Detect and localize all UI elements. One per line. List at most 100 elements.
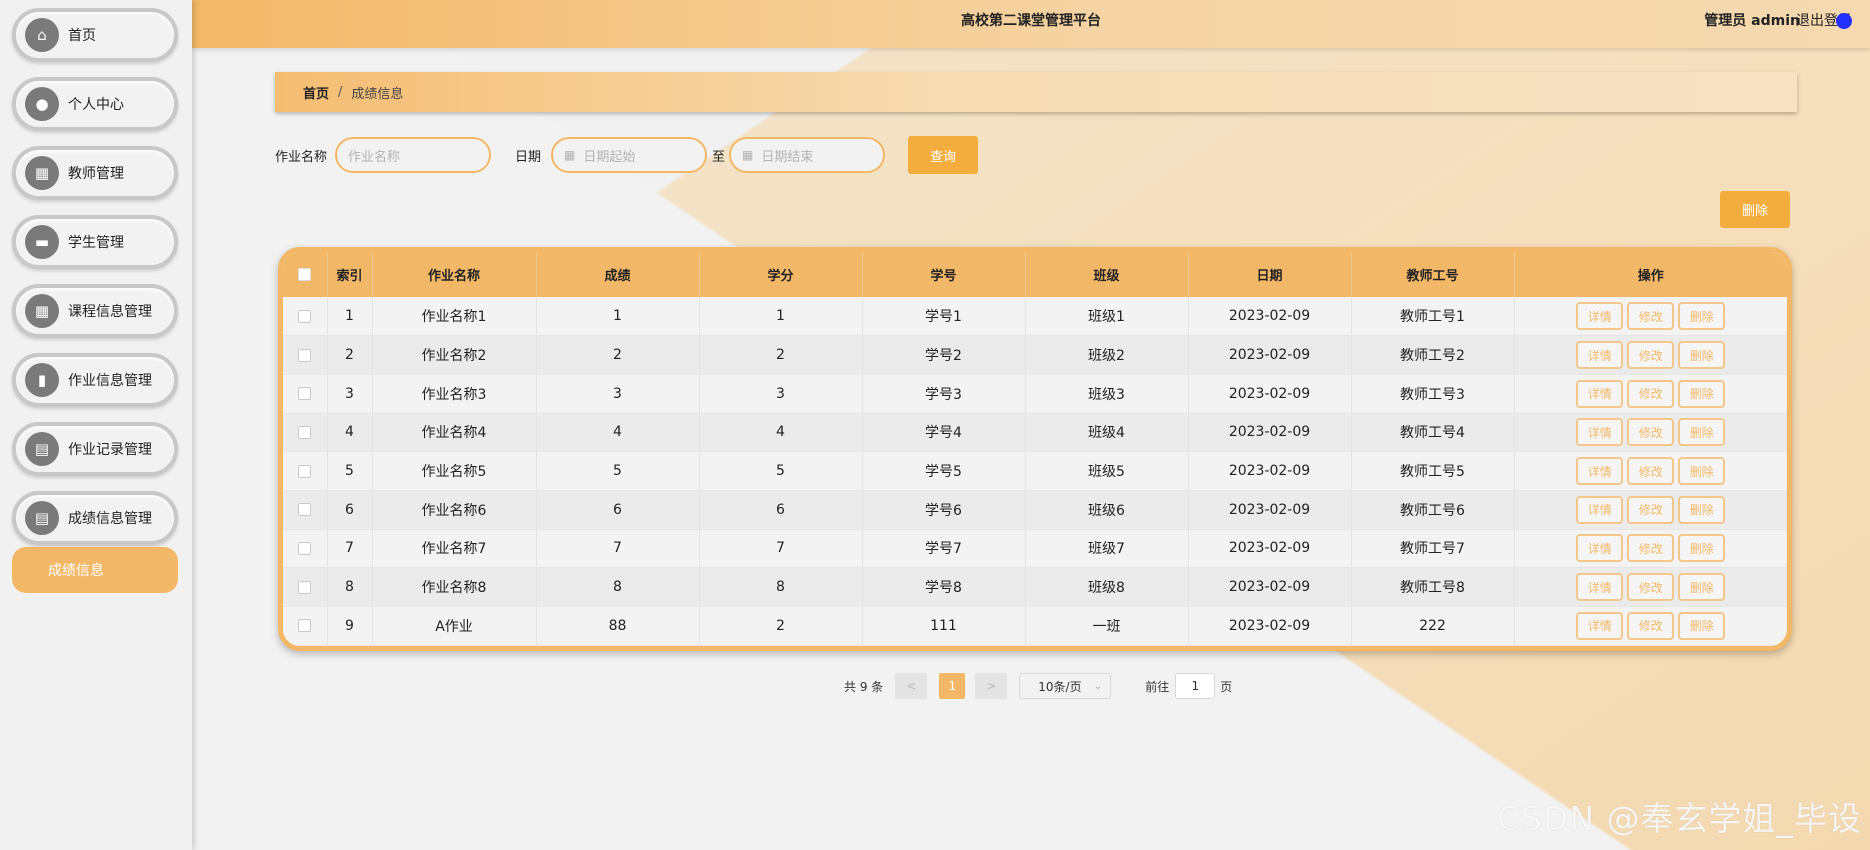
row-checkbox[interactable] (283, 606, 328, 646)
sidebar-item-students[interactable]: ▬ 学生管理 (12, 215, 178, 269)
table-cell: 4 (699, 413, 863, 453)
row-actions: 详情 修改 删除 (1514, 413, 1787, 453)
page-size-select[interactable]: 10条/页 ⌄ (1019, 673, 1112, 699)
pagination-next-button[interactable]: > (975, 673, 1008, 699)
table-row: 9 A作业 88 2 111 一班 2023-02-09 222 详情 修改 删除 (283, 606, 1787, 646)
breadcrumb-separator: / (338, 84, 343, 100)
calendar-icon: ▦ (742, 148, 754, 162)
table-cell: 班级4 (1025, 413, 1189, 453)
delete-button[interactable]: 删除 (1678, 418, 1726, 447)
table-cell: 8 (699, 567, 863, 607)
row-checkbox[interactable] (283, 567, 328, 607)
delete-button[interactable]: 删除 (1678, 534, 1726, 563)
table-cell: 1 (327, 297, 373, 337)
table-cell: 班级6 (1025, 490, 1189, 530)
column-header: 日期 (1188, 252, 1352, 297)
detail-button[interactable]: 详情 (1576, 379, 1624, 408)
detail-button[interactable]: 详情 (1576, 495, 1624, 524)
breadcrumb-home[interactable]: 首页 (303, 83, 329, 102)
batch-delete-button[interactable]: 删除 (1720, 191, 1790, 228)
sidebar-item-homework-records[interactable]: ▤ 作业记录管理 (12, 422, 178, 476)
delete-button[interactable]: 删除 (1678, 341, 1726, 370)
detail-button[interactable]: 详情 (1576, 418, 1624, 447)
delete-button[interactable]: 删除 (1678, 573, 1726, 602)
edit-button[interactable]: 修改 (1627, 379, 1675, 408)
table-row: 4 作业名称4 4 4 学号4 班级4 2023-02-09 教师工号4 详情 修改 删除 (283, 413, 1787, 453)
row-checkbox[interactable] (283, 297, 328, 337)
table-cell: 作业名称3 (372, 374, 537, 414)
sidebar-item-profile[interactable]: ● 个人中心 (12, 77, 178, 131)
table-cell: 学号3 (862, 374, 1026, 414)
table-cell: 2 (699, 335, 863, 375)
date-start-placeholder: 日期起始 (583, 149, 636, 165)
table-cell: 5 (327, 451, 373, 491)
table-cell: 班级1 (1025, 297, 1189, 337)
delete-button[interactable]: 删除 (1678, 379, 1726, 408)
row-checkbox[interactable] (283, 529, 328, 569)
edit-button[interactable]: 修改 (1627, 341, 1675, 370)
table-cell: 111 (862, 606, 1026, 646)
sidebar-item-teachers[interactable]: ▦ 教师管理 (12, 146, 178, 200)
edit-button[interactable]: 修改 (1627, 457, 1675, 486)
sidebar-item-grades[interactable]: ▤ 成绩信息管理 (12, 491, 178, 545)
table-cell: 3 (536, 374, 700, 414)
pagination-prev-button[interactable]: < (895, 673, 928, 699)
row-actions: 详情 修改 删除 (1514, 451, 1787, 491)
select-all-checkbox[interactable] (283, 252, 328, 297)
delete-button[interactable]: 删除 (1678, 495, 1726, 524)
row-checkbox[interactable] (283, 335, 328, 375)
homework-name-input[interactable]: 作业名称 (335, 137, 492, 173)
edit-button[interactable]: 修改 (1627, 573, 1675, 602)
table-row: 7 作业名称7 7 7 学号7 班级7 2023-02-09 教师工号7 详情 修改 删除 (283, 529, 1787, 569)
delete-button[interactable]: 删除 (1678, 611, 1726, 640)
table-header-row: 索引 作业名称 成绩 学分 学号 班级 日期 教师工号 操作 (283, 252, 1787, 297)
sidebar-item-home[interactable]: ⌂ 首页 (12, 8, 178, 62)
pagination-page-1[interactable]: 1 (939, 673, 966, 699)
submenu-grade-info[interactable]: 成绩信息 (12, 547, 178, 593)
sidebar-item-label: 学生管理 (68, 235, 124, 251)
edit-button[interactable]: 修改 (1627, 534, 1675, 563)
sidebar-item-label: 首页 (68, 28, 96, 44)
detail-button[interactable]: 详情 (1576, 573, 1624, 602)
query-button[interactable]: 查询 (908, 136, 979, 174)
goto-page-input[interactable]: 1 (1175, 673, 1216, 699)
row-checkbox[interactable] (283, 490, 328, 530)
date-label: 日期 (515, 149, 542, 165)
grid-icon: ▦ (25, 156, 59, 190)
table-cell: 222 (1351, 606, 1515, 646)
detail-button[interactable]: 详情 (1576, 457, 1624, 486)
book-icon: ▮ (25, 363, 59, 397)
detail-button[interactable]: 详情 (1576, 611, 1624, 640)
row-checkbox[interactable] (283, 451, 328, 491)
table-cell: 2023-02-09 (1188, 451, 1352, 491)
table-cell: 6 (536, 490, 700, 530)
sidebar-item-courses[interactable]: ▦ 课程信息管理 (12, 284, 178, 338)
edit-button[interactable]: 修改 (1627, 418, 1675, 447)
sidebar-item-homework[interactable]: ▮ 作业信息管理 (12, 353, 178, 407)
table-cell: 学号1 (862, 297, 1026, 337)
table-cell: 3 (327, 374, 373, 414)
table-cell: 班级3 (1025, 374, 1189, 414)
row-checkbox[interactable] (283, 374, 328, 414)
detail-button[interactable]: 详情 (1576, 534, 1624, 563)
delete-button[interactable]: 删除 (1678, 457, 1726, 486)
column-header: 学号 (862, 252, 1026, 297)
briefcase-icon: ▬ (25, 225, 59, 259)
edit-button[interactable]: 修改 (1627, 611, 1675, 640)
column-header: 操作 (1637, 269, 1664, 284)
date-end-input[interactable]: ▦ 日期结束 (729, 137, 886, 173)
delete-button[interactable]: 删除 (1678, 302, 1726, 331)
date-start-input[interactable]: ▦ 日期起始 (551, 137, 708, 173)
table-cell: 9 (327, 606, 373, 646)
table-cell: 作业名称6 (372, 490, 537, 530)
edit-button[interactable]: 修改 (1627, 302, 1675, 331)
edit-button[interactable]: 修改 (1627, 495, 1675, 524)
detail-button[interactable]: 详情 (1576, 302, 1624, 331)
date-range-to-label: 至 (712, 149, 726, 165)
table-cell: 教师工号5 (1351, 451, 1515, 491)
column-header: 索引 (327, 252, 373, 297)
table-cell: 班级2 (1025, 335, 1189, 375)
detail-button[interactable]: 详情 (1576, 341, 1624, 370)
row-checkbox[interactable] (283, 413, 328, 453)
row-actions: 详情 修改 删除 (1514, 374, 1787, 414)
